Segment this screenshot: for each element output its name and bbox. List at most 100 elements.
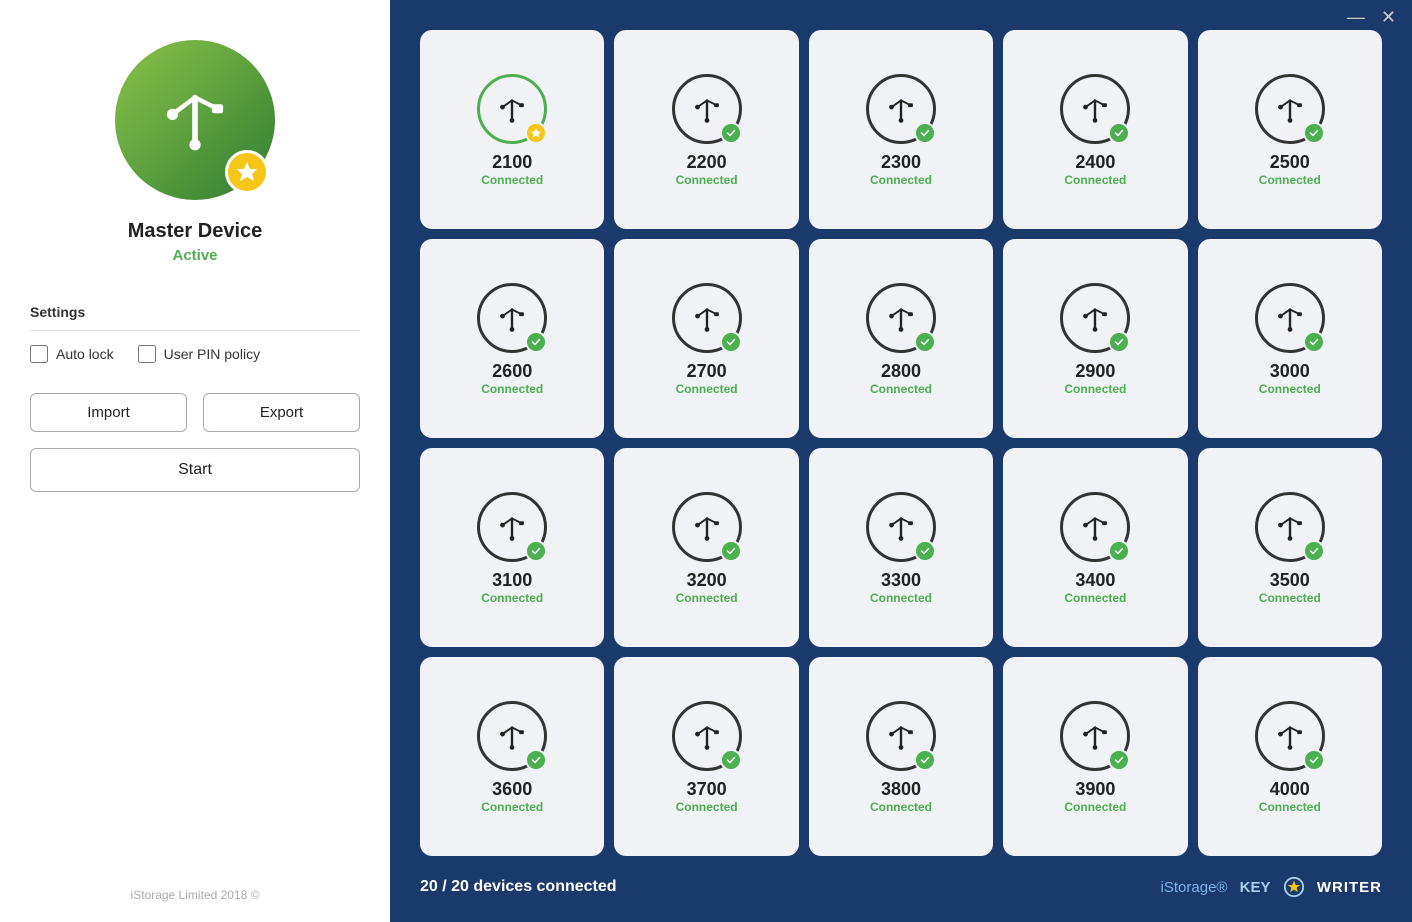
master-device-icon [115,40,275,200]
minimize-button[interactable]: — [1347,8,1365,26]
device-usb-wrap-3100 [477,492,547,562]
usb-icon [688,508,726,546]
usb-icon [1076,299,1114,337]
device-card-2700[interactable]: 2700Connected [614,239,798,438]
device-number-2900: 2900 [1075,361,1115,383]
device-usb-wrap-3900 [1060,701,1130,771]
device-number-2300: 2300 [881,152,921,174]
device-number-3900: 3900 [1075,779,1115,801]
checkmark-icon [1113,336,1125,348]
device-card-3800[interactable]: 3800Connected [809,657,993,856]
check-badge [720,331,742,353]
device-usb-wrap-2900 [1060,283,1130,353]
device-usb-wrap-3500 [1255,492,1325,562]
device-card-3200[interactable]: 3200Connected [614,448,798,647]
usb-icon [493,299,531,337]
device-usb-wrap-2500 [1255,74,1325,144]
check-badge [914,749,936,771]
settings-label: Settings [30,304,360,320]
checkmark-icon [919,545,931,557]
device-usb-wrap-2300 [866,74,936,144]
device-usb-wrap-2700 [672,283,742,353]
check-badge [1108,122,1130,144]
device-status-2300: Connected [870,173,932,187]
export-button[interactable]: Export [203,393,360,432]
device-usb-wrap-2100 [477,74,547,144]
device-usb-wrap-3600 [477,701,547,771]
device-status-3300: Connected [870,591,932,605]
usb-icon [1076,717,1114,755]
checkmark-icon [1113,545,1125,557]
check-badge [525,540,547,562]
master-device-label: Master Device [128,220,263,243]
check-badge [1108,331,1130,353]
device-card-2300[interactable]: 2300Connected [809,30,993,229]
check-badge [914,540,936,562]
usb-icon [493,508,531,546]
device-card-3900[interactable]: 3900Connected [1003,657,1187,856]
device-usb-wrap-2400 [1060,74,1130,144]
device-number-3800: 3800 [881,779,921,801]
import-button[interactable]: Import [30,393,187,432]
usb-icon [1271,508,1309,546]
check-badge [914,122,936,144]
auto-lock-checkbox[interactable] [30,345,48,363]
device-card-3300[interactable]: 3300Connected [809,448,993,647]
device-usb-wrap-2200 [672,74,742,144]
device-status-3800: Connected [870,800,932,814]
device-card-2900[interactable]: 2900Connected [1003,239,1187,438]
device-card-3600[interactable]: 3600Connected [420,657,604,856]
device-number-2800: 2800 [881,361,921,383]
check-badge [1303,749,1325,771]
usb-icon [882,90,920,128]
device-usb-wrap-3000 [1255,283,1325,353]
usb-icon [1271,717,1309,755]
auto-lock-item[interactable]: Auto lock [30,345,114,363]
device-number-3300: 3300 [881,570,921,592]
check-badge [1108,749,1130,771]
device-status-3700: Connected [676,800,738,814]
usb-icon [688,90,726,128]
checkmark-icon [1308,336,1320,348]
checkmark-icon [1308,127,1320,139]
device-card-3400[interactable]: 3400Connected [1003,448,1187,647]
user-pin-item[interactable]: User PIN policy [138,345,260,363]
device-card-2800[interactable]: 2800Connected [809,239,993,438]
check-badge [720,540,742,562]
device-status-3100: Connected [481,591,543,605]
check-badge [720,122,742,144]
check-badge [1303,540,1325,562]
device-card-2500[interactable]: 2500Connected [1198,30,1382,229]
footer-brand: iStorage® KEY WRITER [1161,876,1382,898]
device-card-2100[interactable]: 2100Connected [420,30,604,229]
device-usb-wrap-3200 [672,492,742,562]
user-pin-checkbox[interactable] [138,345,156,363]
device-card-2600[interactable]: 2600Connected [420,239,604,438]
device-status-3500: Connected [1259,591,1321,605]
check-badge [525,331,547,353]
device-card-3100[interactable]: 3100Connected [420,448,604,647]
device-card-3700[interactable]: 3700Connected [614,657,798,856]
checkmark-icon [1308,545,1320,557]
right-panel: 2100Connected 2200Connected 2300Connecte… [390,0,1412,922]
footer-connected-text: 20 / 20 devices connected [420,878,617,896]
device-card-4000[interactable]: 4000Connected [1198,657,1382,856]
checkmark-icon [725,127,737,139]
device-card-2200[interactable]: 2200Connected [614,30,798,229]
close-button[interactable]: ✕ [1381,8,1396,26]
usb-icon [688,299,726,337]
device-status-2600: Connected [481,382,543,396]
device-card-3500[interactable]: 3500Connected [1198,448,1382,647]
device-card-2400[interactable]: 2400Connected [1003,30,1187,229]
usb-icon [688,717,726,755]
device-status-2400: Connected [1064,173,1126,187]
checkmark-icon [725,545,737,557]
brand-key: KEY [1240,879,1271,896]
settings-row: Auto lock User PIN policy [30,345,360,363]
device-card-3000[interactable]: 3000Connected [1198,239,1382,438]
left-footer: iStorage Limited 2018 © [131,888,260,902]
device-status-3000: Connected [1259,382,1321,396]
start-button[interactable]: Start [30,448,360,492]
device-status-2100: Connected [481,173,543,187]
check-badge [914,331,936,353]
